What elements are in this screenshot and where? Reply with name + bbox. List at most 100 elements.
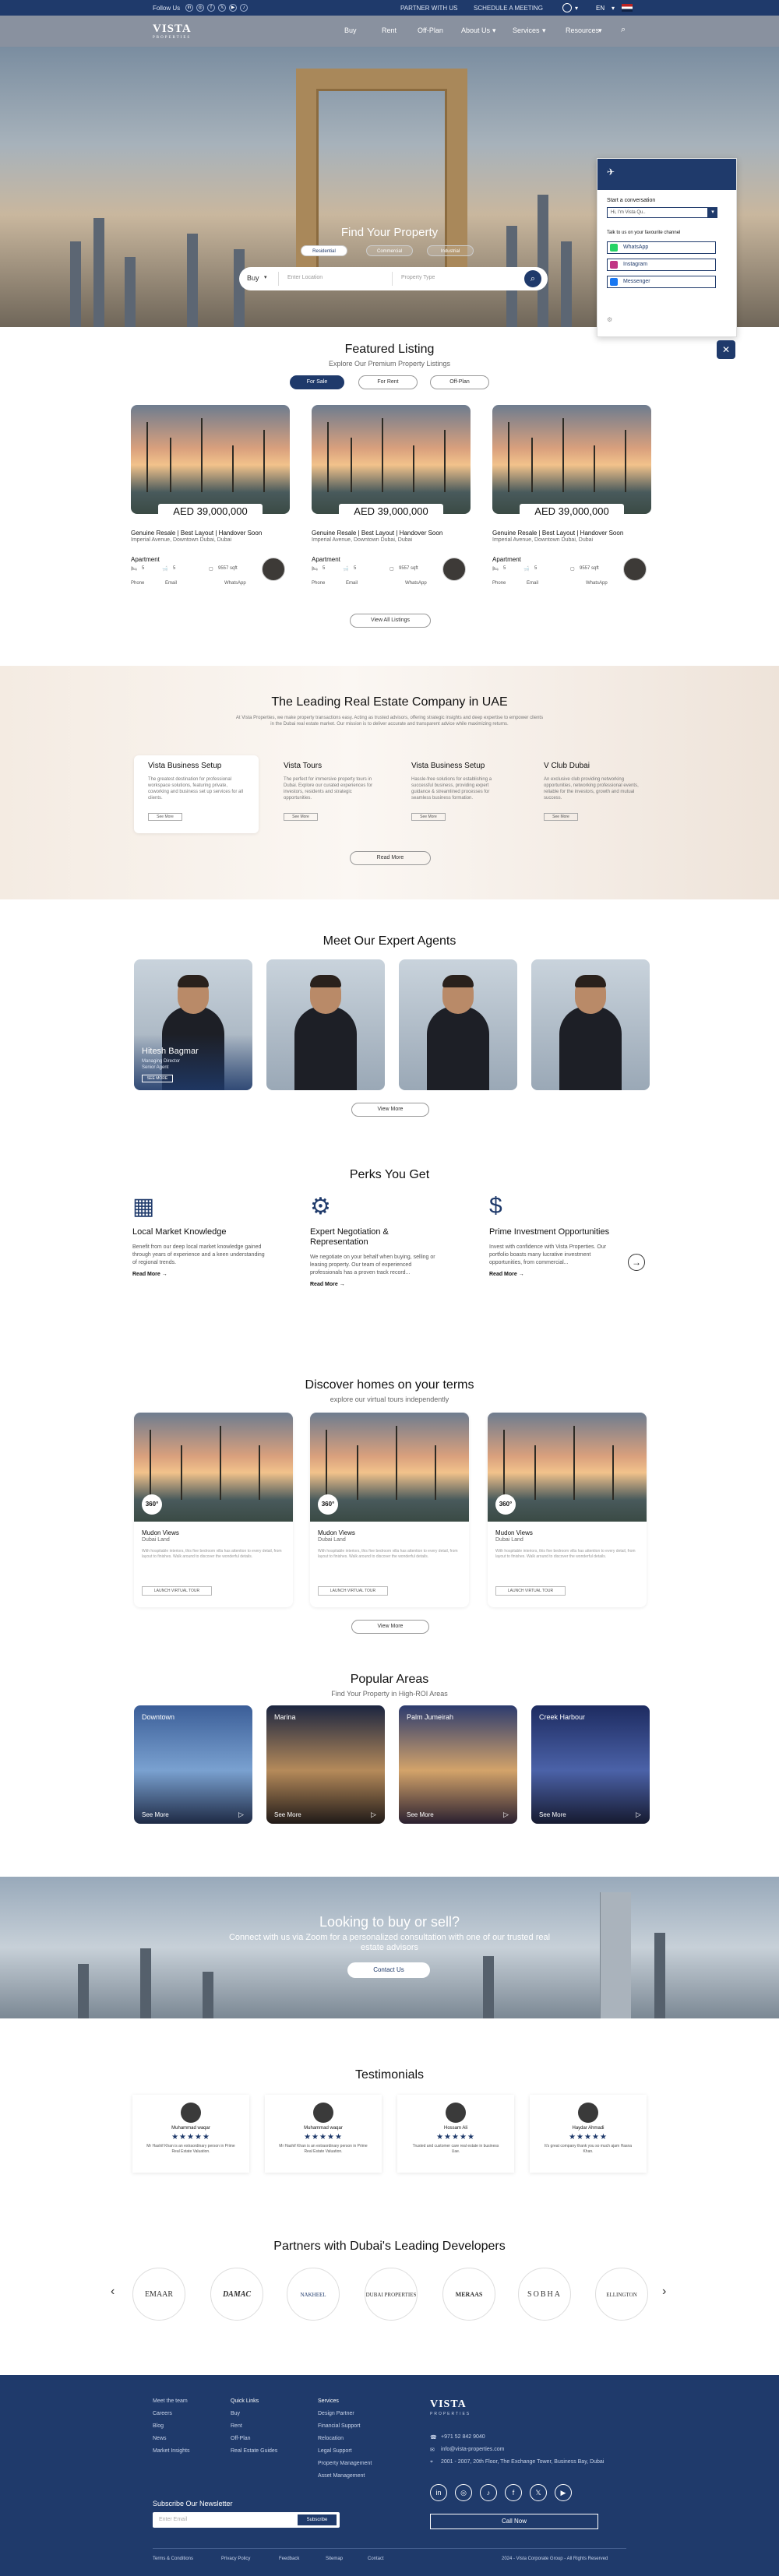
whatsapp-channel-button[interactable]: WhatsApp xyxy=(607,241,716,254)
call-now-button[interactable]: Call Now xyxy=(430,2514,598,2529)
footer-link[interactable]: Real Estate Guides xyxy=(231,2448,277,2454)
area-card-marina[interactable]: Marina See More ▷ xyxy=(266,1705,385,1824)
agents-view-more-button[interactable]: View More xyxy=(351,1103,429,1117)
search-mode-select[interactable]: Buy xyxy=(247,274,259,282)
footer-twitter-icon[interactable]: 𝕏 xyxy=(530,2484,547,2501)
chat-select-chevron-icon[interactable]: ▾ xyxy=(708,207,717,218)
tab-industrial[interactable]: Industrial xyxy=(427,245,474,256)
messenger-channel-button[interactable]: Messenger xyxy=(607,276,716,288)
partners-prev-arrow-icon[interactable]: ‹ xyxy=(111,2285,115,2299)
linkedin-icon[interactable]: in xyxy=(185,4,193,12)
agent-card[interactable] xyxy=(399,959,517,1090)
view-all-listings-button[interactable]: View All Listings xyxy=(350,614,431,628)
logo[interactable]: VISTA PROPERTIES xyxy=(153,23,192,40)
chat-topic-select[interactable]: Hi, I'm Vista Qu.. xyxy=(607,207,708,218)
footer-link[interactable]: Rent xyxy=(231,2423,242,2429)
nav-buy[interactable]: Buy xyxy=(344,26,357,34)
listing-card[interactable]: AED 39,000,000 Genuine Resale | Best Lay… xyxy=(492,405,651,592)
agent-card[interactable]: Hitesh Bagmar Managing Director Senior A… xyxy=(134,959,252,1090)
footer-link[interactable]: Blog xyxy=(153,2423,164,2429)
tab-for-sale[interactable]: For Sale xyxy=(290,375,344,389)
phone-button[interactable]: Phone xyxy=(312,581,325,586)
footer-link[interactable]: Design Partner xyxy=(318,2411,354,2416)
virtual-tour-card[interactable]: 360° Mudon Views Dubai Land With hospita… xyxy=(310,1413,469,1607)
youtube-icon[interactable]: ▶ xyxy=(229,4,237,12)
whatsapp-button[interactable]: WhatsApp xyxy=(405,581,427,586)
footer-tiktok-icon[interactable]: ♪ xyxy=(480,2484,497,2501)
language-selector[interactable]: EN xyxy=(596,5,605,12)
tiktok-icon[interactable]: ♪ xyxy=(240,4,248,12)
footer-link[interactable]: Asset Management xyxy=(318,2473,365,2479)
footer-phone[interactable]: +971 52 842 9040 xyxy=(441,2434,485,2440)
footer-link[interactable]: Off-Plan xyxy=(231,2436,251,2441)
schedule-meeting-link[interactable]: SCHEDULE A MEETING xyxy=(474,5,543,12)
virtual-tour-card[interactable]: 360° Mudon Views Dubai Land With hospita… xyxy=(488,1413,647,1607)
area-card-creek-harbour[interactable]: Creek Harbour See More ▷ xyxy=(531,1705,650,1824)
perk-read-more-link[interactable]: Read More → xyxy=(310,1282,442,1287)
footer-youtube-icon[interactable]: ▶ xyxy=(555,2484,572,2501)
footer-bottom-link[interactable]: Sitemap xyxy=(326,2557,343,2561)
virtual-tour-card[interactable]: 360° Mudon Views Dubai Land With hospita… xyxy=(134,1413,293,1607)
launch-tour-button[interactable]: LAUNCH VIRTUAL TOUR xyxy=(318,1586,388,1596)
footer-bottom-link[interactable]: Terms & Conditions xyxy=(153,2557,193,2561)
area-card-palm-jumeirah[interactable]: Palm Jumeirah See More ▷ xyxy=(399,1705,517,1824)
footer-linkedin-icon[interactable]: in xyxy=(430,2484,447,2501)
email-button[interactable]: Email xyxy=(527,581,538,586)
footer-link[interactable]: News xyxy=(153,2436,167,2441)
footer-instagram-icon[interactable]: ◎ xyxy=(455,2484,472,2501)
service-see-more-button[interactable]: See More xyxy=(284,813,318,821)
tab-off-plan[interactable]: Off-Plan xyxy=(430,375,489,389)
search-submit-button[interactable]: ⌕ xyxy=(524,270,541,287)
facebook-icon[interactable]: f xyxy=(207,4,215,12)
phone-button[interactable]: Phone xyxy=(131,581,144,586)
user-icon[interactable] xyxy=(562,3,572,12)
agent-see-more-button[interactable]: SEE MORE xyxy=(142,1075,173,1082)
nav-resources[interactable]: Resources xyxy=(566,26,599,34)
footer-link[interactable]: Financial Support xyxy=(318,2423,360,2429)
footer-bottom-link[interactable]: Feedback xyxy=(279,2557,299,2561)
perks-next-arrow-icon[interactable]: → xyxy=(628,1254,645,1271)
nav-about-us[interactable]: About Us xyxy=(461,26,490,34)
user-chevron-icon[interactable]: ▾ xyxy=(575,5,578,12)
nav-rent[interactable]: Rent xyxy=(382,26,397,34)
discover-view-more-button[interactable]: View More xyxy=(351,1620,429,1634)
partner-with-us-link[interactable]: PARTNER WITH US xyxy=(400,5,457,12)
footer-bottom-link[interactable]: Privacy Policy xyxy=(221,2557,250,2561)
launch-tour-button[interactable]: LAUNCH VIRTUAL TOUR xyxy=(142,1586,212,1596)
service-see-more-button[interactable]: See More xyxy=(411,813,446,821)
agent-card[interactable] xyxy=(266,959,385,1090)
footer-link[interactable]: Careers xyxy=(153,2411,172,2416)
read-more-button[interactable]: Read More xyxy=(350,851,431,865)
listing-card[interactable]: AED 39,000,000 Genuine Resale | Best Lay… xyxy=(131,405,290,592)
contact-us-button[interactable]: Contact Us xyxy=(347,1962,430,1978)
subscribe-button[interactable]: Subscribe xyxy=(298,2514,337,2525)
footer-email[interactable]: info@vista-properties.com xyxy=(441,2447,504,2452)
chat-settings-icon[interactable]: ⚙ xyxy=(607,316,612,323)
newsletter-email-input[interactable]: Enter Email xyxy=(159,2517,187,2522)
language-chevron-icon[interactable]: ▾ xyxy=(612,5,615,12)
agent-card[interactable] xyxy=(531,959,650,1090)
footer-facebook-icon[interactable]: f xyxy=(505,2484,522,2501)
footer-link[interactable]: Meet the team xyxy=(153,2398,188,2404)
footer-link[interactable]: Relocation xyxy=(318,2436,344,2441)
service-see-more-button[interactable]: See More xyxy=(544,813,578,821)
service-see-more-button[interactable]: See More xyxy=(148,813,182,821)
instagram-channel-button[interactable]: Instagram xyxy=(607,259,716,271)
nav-services[interactable]: Services xyxy=(513,26,540,34)
whatsapp-button[interactable]: WhatsApp xyxy=(586,581,608,586)
footer-link[interactable]: Legal Support xyxy=(318,2448,352,2454)
launch-tour-button[interactable]: LAUNCH VIRTUAL TOUR xyxy=(495,1586,566,1596)
phone-button[interactable]: Phone xyxy=(492,581,506,586)
footer-link[interactable]: Buy xyxy=(231,2411,240,2416)
email-button[interactable]: Email xyxy=(165,581,177,586)
tab-for-rent[interactable]: For Rent xyxy=(358,375,418,389)
email-button[interactable]: Email xyxy=(346,581,358,586)
footer-bottom-link[interactable]: Contact xyxy=(368,2557,384,2561)
property-type-select[interactable]: Property Type xyxy=(401,275,435,280)
perk-read-more-link[interactable]: Read More → xyxy=(132,1272,265,1277)
footer-link[interactable]: Property Management xyxy=(318,2461,372,2466)
instagram-icon[interactable]: ◎ xyxy=(196,4,204,12)
listing-card[interactable]: AED 39,000,000 Genuine Resale | Best Lay… xyxy=(312,405,471,592)
perk-read-more-link[interactable]: Read More → xyxy=(489,1272,622,1277)
search-icon[interactable]: ⌕ xyxy=(621,25,626,35)
